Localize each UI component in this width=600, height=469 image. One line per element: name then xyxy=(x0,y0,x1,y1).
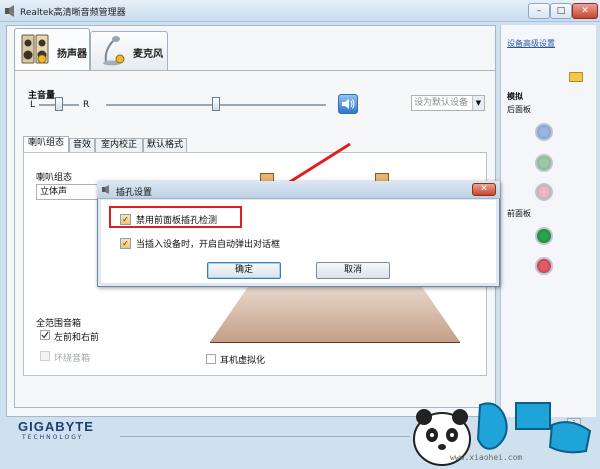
footer-divider xyxy=(120,436,410,437)
gigabyte-logo-subtitle: TECHNOLOGY xyxy=(22,434,84,441)
advanced-device-settings-link[interactable]: 设备高级设置 xyxy=(507,38,555,49)
back-mic-jack-icon[interactable] xyxy=(535,183,553,201)
balance-left-label: L xyxy=(30,100,36,110)
annotation-highlight-box xyxy=(109,206,242,228)
subtab-default-format[interactable]: 默认格式 xyxy=(143,138,187,152)
ok-button[interactable]: 确定 xyxy=(207,262,281,279)
back-panel-label: 后面板 xyxy=(507,105,531,114)
tab-microphone-label: 麦克风 xyxy=(133,49,163,60)
balance-slider-thumb[interactable] xyxy=(55,97,63,111)
window-title: Realtek高清晰音频管理器 xyxy=(20,8,126,18)
minimize-button[interactable]: – xyxy=(528,3,550,19)
dialog-close-button[interactable]: ✕ xyxy=(472,183,496,196)
auto-popup-checkbox[interactable]: ✓ xyxy=(120,238,131,249)
balance-right-label: R xyxy=(83,100,90,110)
subtab-effects[interactable]: 音效 xyxy=(69,138,95,152)
headphone-virtualization-label: 耳机虚拟化 xyxy=(220,356,266,366)
front-headphone-jack-icon[interactable] xyxy=(535,227,553,245)
front-lr-label: 左前和右前 xyxy=(54,333,100,343)
speaker-config-label: 喇叭组态 xyxy=(36,173,73,183)
analog-label: 模拟 xyxy=(507,92,523,101)
chevron-down-icon[interactable]: ▼ xyxy=(472,96,484,110)
headphone-virtualization-checkbox[interactable] xyxy=(206,354,216,364)
subtab-speaker-config[interactable]: 喇叭组态 xyxy=(23,136,69,152)
surround-label: 环绕音箱 xyxy=(54,354,91,364)
watermark-url: www.xiaohei.com xyxy=(450,453,523,462)
dialog-titlebar xyxy=(97,181,500,199)
room-floor-edge xyxy=(210,342,460,343)
tab-speaker-label: 扬声器 xyxy=(57,49,87,60)
volume-slider-thumb[interactable] xyxy=(212,97,220,111)
maximize-button[interactable]: □ xyxy=(550,3,572,19)
auto-popup-label: 当插入设备时，开启自动弹出对话框 xyxy=(136,240,281,250)
gigabyte-logo: GIGABYTE xyxy=(18,419,94,434)
front-mic-jack-icon[interactable] xyxy=(535,257,553,275)
folder-icon[interactable] xyxy=(569,72,583,82)
speaker-icon xyxy=(21,34,49,64)
full-range-speakers-label: 全范围音箱 xyxy=(36,319,82,329)
dialog-title: 插孔设置 xyxy=(116,188,153,198)
cancel-button[interactable]: 取消 xyxy=(316,262,390,279)
microphone-icon xyxy=(103,36,125,66)
mute-button[interactable] xyxy=(338,94,358,114)
front-panel-label: 前面板 xyxy=(507,209,531,218)
back-line-in-jack-icon[interactable] xyxy=(535,123,553,141)
front-lr-checkbox[interactable] xyxy=(40,330,50,340)
connector-panel xyxy=(500,25,596,417)
speaker-app-icon xyxy=(102,185,109,194)
checkmark-icon xyxy=(41,331,49,339)
surround-checkbox[interactable] xyxy=(40,351,50,361)
speaker-app-icon xyxy=(5,5,14,17)
subtab-room-correction[interactable]: 室内校正 xyxy=(95,138,143,152)
close-button[interactable]: ✕ xyxy=(572,3,598,19)
volume-icon xyxy=(342,99,355,109)
back-line-out-jack-icon[interactable] xyxy=(535,154,553,172)
